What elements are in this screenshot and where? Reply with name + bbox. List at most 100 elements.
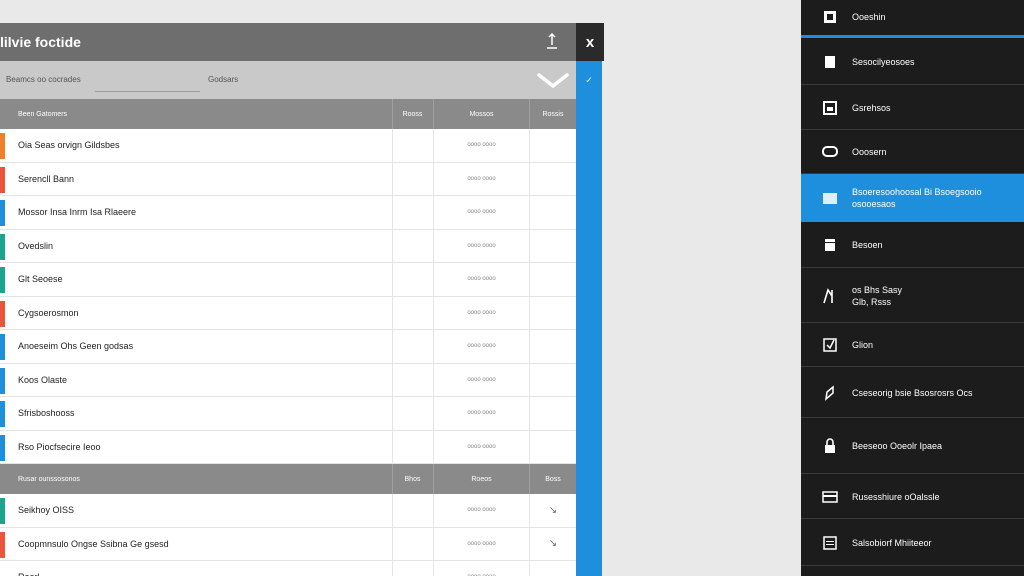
row-cell [392, 363, 432, 396]
row-action-icon[interactable] [529, 363, 576, 396]
row-status-tag [0, 200, 5, 226]
table-header: Rusar ounssosonos Bhos Roeos Boss [0, 464, 576, 494]
sidebar-item[interactable]: Beeseoo Ooeolr Ipaea [801, 418, 1024, 474]
close-button[interactable]: x [576, 23, 604, 61]
card-icon [822, 490, 838, 503]
column-header[interactable]: Rooss [392, 99, 432, 129]
row-action-icon[interactable] [529, 296, 576, 329]
row-cell [392, 527, 432, 560]
column-header[interactable]: Rossis [529, 99, 576, 129]
user-icon [824, 11, 836, 23]
data-table: Been Gatomers Rooss Mossos Rossis Oia Se… [0, 99, 576, 576]
row-value: oooo oooo [433, 430, 529, 463]
row-status-tag [0, 233, 5, 260]
sidebar-item-label-line: Glion [852, 340, 874, 350]
row-action-icon[interactable] [529, 196, 576, 229]
sidebar-item[interactable]: Besoen [801, 222, 1024, 268]
row-status-tag [0, 300, 5, 327]
sidebar-item-label: Sesocilyeosoes [852, 56, 915, 68]
chevron-down-icon[interactable] [536, 69, 570, 91]
table-row[interactable]: Koos Olaste oooo oooo [0, 363, 576, 397]
row-action-icon[interactable] [529, 229, 576, 262]
scroll-track[interactable]: ✓ [576, 61, 602, 576]
table-row[interactable]: Oia Seas orvign Gildsbes oooo oooo [0, 129, 576, 163]
table-row[interactable]: Glt Seoese oooo oooo [0, 263, 576, 297]
row-status-tag [0, 498, 5, 524]
row-action-icon[interactable]: ↘ [529, 527, 576, 560]
row-value: oooo oooo [433, 263, 529, 296]
column-header[interactable]: Roeos [433, 464, 529, 494]
table-row[interactable]: Serencll Bann oooo oooo [0, 162, 576, 196]
table-row[interactable]: Mossor Insa Inrm Isa Rlaeere oooo oooo [0, 196, 576, 230]
table-row[interactable]: Coopmnsulo Ongse Ssibna Ge gsesd oooo ooo… [0, 527, 576, 561]
window-icon [823, 535, 837, 550]
filter-field-two[interactable]: Godsars [208, 75, 238, 84]
row-name: Seikhoy OISS [18, 505, 75, 516]
row-status-tag [0, 133, 5, 159]
table-row[interactable]: Ovedslin oooo oooo [0, 229, 576, 263]
row-action-icon[interactable] [529, 561, 576, 576]
sidebar-item-label-line: Glb, Rsss [852, 296, 892, 307]
row-name: Mossor Insa Inrm Isa Rlaeere [18, 207, 137, 218]
row-name: Rso Piocfsecire Ieoo [18, 441, 101, 452]
row-cell [392, 330, 432, 363]
sidebar-item-label: Ooosern [852, 146, 887, 158]
row-cell [392, 561, 432, 576]
column-header[interactable]: Rusar ounssosonos [18, 464, 390, 494]
row-name: Coopmnsulo Ongse Ssibna Ge gsesd [18, 538, 169, 549]
row-cell [392, 263, 432, 296]
row-status-tag [0, 531, 5, 558]
row-action-icon[interactable] [529, 162, 576, 195]
sidebar-item-label: Rusesshiure oOalssle [852, 491, 940, 503]
row-action-icon[interactable] [529, 330, 576, 363]
row-name: Ovedslin [18, 240, 54, 251]
row-cell [392, 162, 432, 195]
table-row[interactable]: Sfrisboshooss oooo oooo [0, 397, 576, 431]
column-header[interactable]: Been Gatomers [18, 99, 390, 129]
row-action-icon[interactable] [529, 263, 576, 296]
row-action-icon[interactable] [529, 430, 576, 463]
sidebar-item[interactable]: Rusesshiure oOalssle [801, 474, 1024, 519]
sidebar-item[interactable]: Glion [801, 323, 1024, 367]
table-row[interactable]: Seikhoy OISS oooo oooo ↘ [0, 494, 576, 528]
sidebar-item-label-line: Bsoeresoohoosal Bi Bsoegsooio [852, 187, 982, 197]
row-value: oooo oooo [433, 397, 529, 430]
sidebar-item[interactable]: Ooosern [801, 130, 1024, 174]
column-header[interactable]: Mossos [433, 99, 529, 129]
sidebar-item-label-line: Cseseorig bsie Bsosrosrs Ocs [852, 387, 973, 398]
row-action-icon[interactable] [529, 129, 576, 162]
sidebar-item-label-line: Rusesshiure oOalssle [852, 491, 940, 502]
sidebar-item[interactable]: Gsrehsos [801, 85, 1024, 130]
table-row[interactable]: Anoeseim Ohs Geen godsas oooo oooo [0, 330, 576, 364]
sidebar-item-label: Bsoeresoohoosal Bi Bsoegsooio osooesaos [852, 186, 982, 210]
row-status-tag [0, 434, 5, 461]
column-header[interactable]: Bhos [392, 464, 432, 494]
lock-icon [825, 438, 835, 453]
table-row[interactable]: Rso Piocfsecire Ieoo oooo oooo [0, 430, 576, 464]
row-action-icon[interactable]: ↘ [529, 494, 576, 527]
page-title: lilvie foctide [0, 34, 81, 50]
sidebar-item[interactable]: Ooeshin [801, 0, 1024, 38]
row-action-icon[interactable] [529, 397, 576, 430]
sidebar-item[interactable]: Cseseorig bsie Bsosrosrs Ocs [801, 367, 1024, 418]
row-value: oooo oooo [433, 561, 529, 576]
box-icon [825, 239, 835, 251]
row-name: Koos Olaste [18, 374, 68, 385]
filter-field-one[interactable]: Beamcs oo cocrades [6, 75, 81, 84]
sidebar-item-label: Ooeshin [852, 11, 886, 23]
share-icon[interactable] [544, 32, 560, 50]
row-value: oooo oooo [433, 229, 529, 262]
table-row[interactable]: Reorl oooo oooo [0, 561, 576, 576]
sidebar-item[interactable]: Salsobiorf Mhiiteeor [801, 519, 1024, 566]
row-value: oooo oooo [433, 196, 529, 229]
table-row[interactable]: Cygsoerosmon oooo oooo [0, 296, 576, 330]
sidebar-item-label-line: Ooosern [852, 147, 887, 157]
sidebar-item-label-line: Sesocilyeosoes [852, 56, 915, 67]
sidebar-item-label: Beeseoo Ooeolr Ipaea [852, 440, 942, 452]
sidebar-item[interactable]: Bsoeresoohoosal Bi Bsoegsooio osooesaos [801, 174, 1024, 222]
sidebar-item[interactable]: os Bhs Sasy Glb, Rsss [801, 268, 1024, 323]
row-cell [392, 397, 432, 430]
sidebar-item[interactable]: Sesocilyeosoes [801, 38, 1024, 85]
column-header[interactable]: Boss [529, 464, 576, 494]
close-icon: x [585, 33, 595, 51]
